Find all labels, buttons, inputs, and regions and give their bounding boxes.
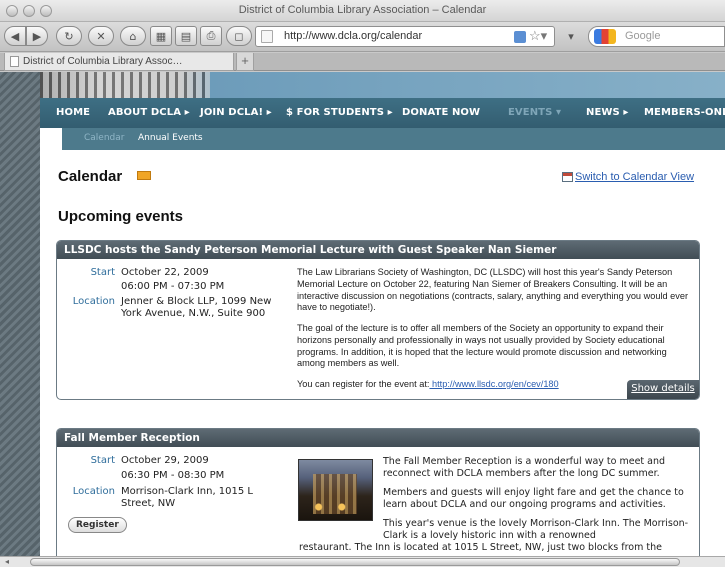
scrollbar-thumb[interactable] — [30, 558, 680, 566]
nav-members-only[interactable]: MEMBERS-ONLY — [644, 107, 725, 118]
reload-icon: ↻ — [64, 29, 74, 43]
location-label: Location — [72, 296, 115, 307]
home-icon: ⌂ — [129, 29, 137, 43]
location-line: Jenner & Block LLP, 1099 New — [121, 296, 272, 307]
tab-dcla[interactable]: District of Columbia Library Assoc… — [4, 53, 234, 71]
banner-columns-image — [40, 72, 210, 98]
bookmark-star-icon[interactable]: ☆▾ — [529, 28, 547, 44]
register-text: You can register for the event at: — [297, 379, 430, 389]
nav-news[interactable]: NEWS ▸ — [586, 107, 629, 118]
reload-button[interactable]: ↻ — [56, 26, 82, 46]
forward-arrow-icon: ▶ — [32, 29, 42, 43]
subnav-calendar[interactable]: Calendar — [84, 133, 124, 143]
calendar-icon — [562, 172, 573, 182]
identity-button[interactable]: ◻ — [226, 26, 252, 46]
scroll-left-arrow-icon[interactable]: ◂ — [2, 557, 12, 567]
nav-join[interactable]: JOIN DCLA! ▸ — [200, 107, 272, 118]
start-label: Start — [90, 455, 115, 466]
start-label: Start — [90, 267, 115, 278]
forward-button[interactable]: ▶ — [26, 26, 48, 46]
event-description: restaurant. The Inn is located at 1015 L… — [299, 542, 662, 553]
ical-feed-icon[interactable] — [137, 171, 151, 180]
event-description: The Law Librarians Society of Washington… — [297, 267, 689, 313]
start-date: October 29, 2009 — [121, 455, 209, 466]
print-icon: ⎙ — [206, 29, 216, 42]
sidebar-button[interactable]: ▤ — [175, 26, 197, 46]
start-date: October 22, 2009 — [121, 267, 209, 278]
url-bar[interactable]: http://www.dcla.org/calendar ☆▾ — [255, 26, 555, 47]
bookmarks-icon: ▦ — [155, 29, 167, 43]
page-icon — [10, 56, 19, 67]
nav-events[interactable]: EVENTS ▾ — [508, 107, 561, 118]
event-description: The goal of the lecture is to offer all … — [297, 323, 667, 369]
site-identity-icon: ◻ — [234, 29, 244, 43]
show-details-button[interactable]: Show details — [627, 380, 699, 399]
search-placeholder: Google — [625, 30, 661, 42]
event-register-line: You can register for the event at: http:… — [297, 379, 627, 391]
page-content: HOME ABOUT DCLA ▸ JOIN DCLA! ▸ $ FOR STU… — [40, 72, 725, 556]
print-button[interactable]: ⎙ — [200, 26, 222, 46]
sub-nav: Calendar Annual Events — [62, 128, 725, 150]
main-nav: HOME ABOUT DCLA ▸ JOIN DCLA! ▸ $ FOR STU… — [40, 98, 725, 128]
nav-donate[interactable]: DONATE NOW — [402, 107, 480, 118]
event-description: This year's venue is the lovely Morrison… — [383, 518, 689, 541]
location-label: Location — [72, 486, 115, 497]
chevron-down-icon: ▾ — [568, 29, 574, 43]
sidebar-icon: ▤ — [180, 29, 192, 43]
site-banner — [40, 72, 725, 98]
nav-about[interactable]: ABOUT DCLA ▸ — [108, 107, 190, 118]
subnav-annual-events[interactable]: Annual Events — [138, 133, 203, 143]
bookmarks-toolbar-button[interactable]: ▦ — [150, 26, 172, 46]
back-button[interactable]: ◀ — [4, 26, 26, 46]
event-card: LLSDC hosts the Sandy Peterson Memorial … — [56, 240, 700, 400]
tab-title: District of Columbia Library Assoc… — [23, 56, 183, 67]
search-engine-dropdown[interactable]: ▾ — [560, 26, 582, 46]
page-title: Calendar — [58, 168, 123, 185]
window-title: District of Columbia Library Association… — [238, 4, 487, 16]
register-link[interactable]: http://www.llsdc.org/en/cev/180 — [429, 379, 559, 389]
nav-home[interactable]: HOME — [56, 107, 90, 118]
event-description: The Fall Member Reception is a wonderful… — [383, 456, 666, 479]
horizontal-scrollbar[interactable]: ◂ — [0, 556, 725, 567]
start-time: 06:00 PM - 07:30 PM — [121, 281, 225, 292]
event-description: Members and guests will enjoy light fare… — [383, 487, 684, 510]
search-input[interactable]: Google — [588, 26, 725, 47]
event-card: Fall Member Reception Start October 29, … — [56, 428, 700, 556]
window-titlebar: District of Columbia Library Association… — [0, 0, 725, 22]
start-time: 06:30 PM - 08:30 PM — [121, 470, 225, 481]
home-button[interactable]: ⌂ — [120, 26, 146, 46]
location-line: Morrison-Clark Inn, 1015 L — [121, 486, 253, 497]
stop-icon: ✕ — [96, 29, 106, 43]
google-icon — [594, 29, 616, 44]
browser-toolbar: ◀ ▶ ↻ ✕ ⌂ ▦ ▤ ⎙ ◻ http://www.dcla.org/ca… — [0, 22, 725, 52]
back-arrow-icon: ◀ — [10, 29, 20, 43]
tab-bar: District of Columbia Library Assoc… + — [0, 53, 725, 71]
switch-to-calendar-view-link[interactable]: Switch to Calendar View — [575, 171, 694, 183]
page-viewport: HOME ABOUT DCLA ▸ JOIN DCLA! ▸ $ FOR STU… — [0, 72, 725, 556]
location-line: York Avenue, N.W., Suite 900 — [121, 308, 266, 319]
venue-photo — [298, 459, 373, 521]
section-heading: Upcoming events — [58, 208, 184, 225]
location-line: Street, NW — [121, 498, 176, 509]
page-icon — [261, 30, 273, 43]
event-title[interactable]: Fall Member Reception — [57, 429, 699, 447]
nav-for-students[interactable]: $ FOR STUDENTS ▸ — [286, 107, 393, 118]
event-title[interactable]: LLSDC hosts the Sandy Peterson Memorial … — [57, 241, 699, 259]
register-button[interactable]: Register — [68, 517, 127, 533]
new-tab-button[interactable]: + — [236, 53, 254, 71]
url-text: http://www.dcla.org/calendar — [284, 30, 423, 42]
rss-icon[interactable] — [514, 31, 526, 43]
stop-button[interactable]: ✕ — [88, 26, 114, 46]
